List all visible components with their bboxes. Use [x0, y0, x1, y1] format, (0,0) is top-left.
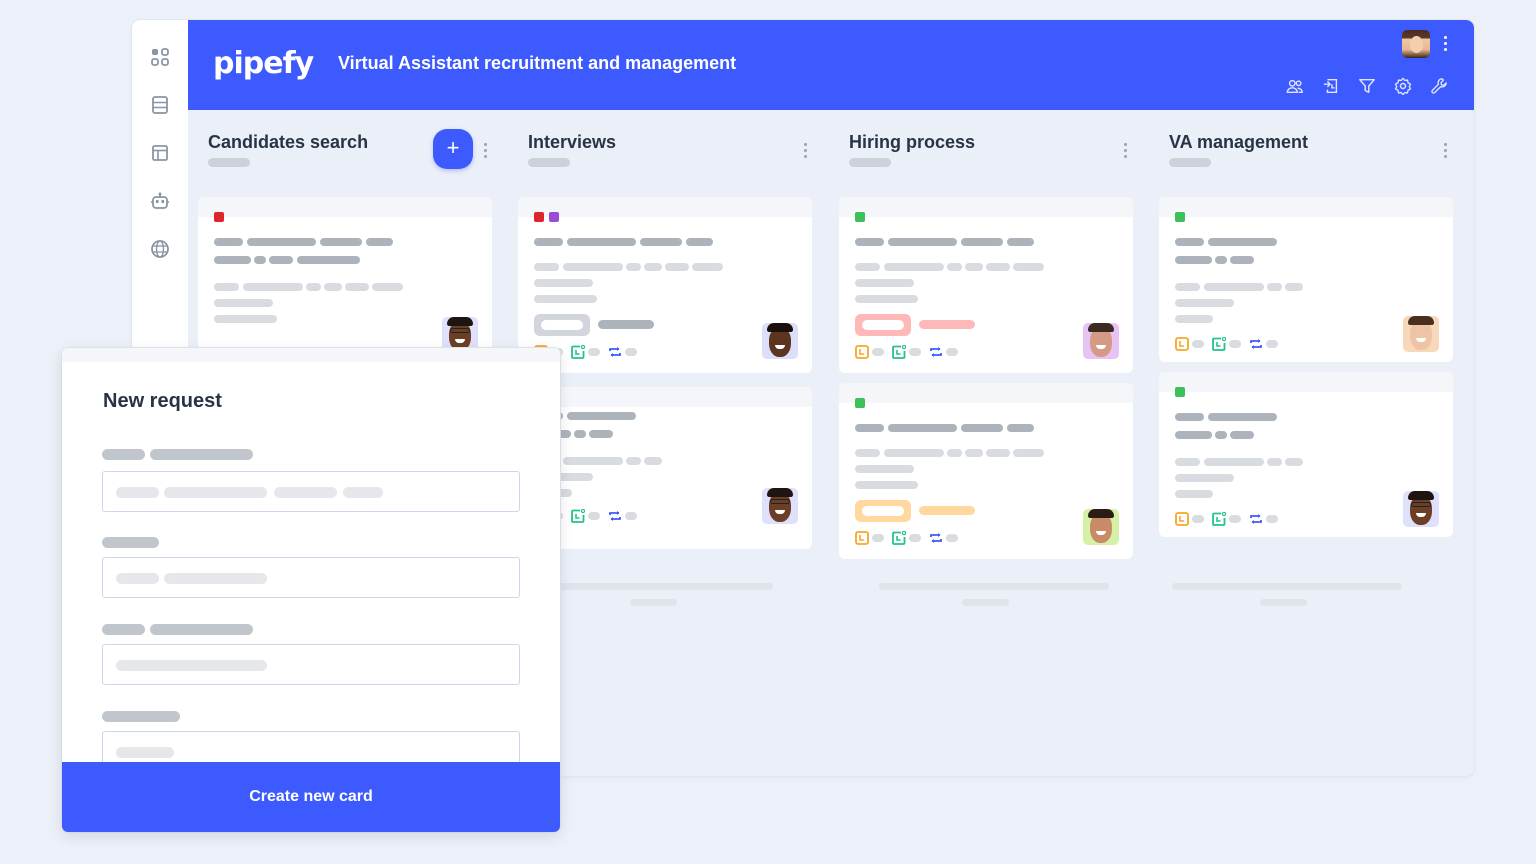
wrench-icon [1431, 78, 1447, 94]
card-labels [855, 212, 865, 222]
phase-menu-button[interactable] [1444, 143, 1448, 159]
phase-menu-button[interactable] [804, 143, 808, 159]
layout-icon [152, 145, 168, 161]
recurrence-icon [1250, 514, 1262, 524]
robot-icon [151, 192, 169, 209]
phase-menu-button[interactable] [484, 143, 488, 159]
card[interactable] [198, 197, 492, 362]
pipe-header: pipefy Virtual Assistant recruitment and… [188, 20, 1474, 110]
new-request-modal: New request Create new card [62, 348, 560, 832]
card-labels [855, 398, 865, 408]
settings-icon [1394, 77, 1412, 96]
status-tag [855, 314, 911, 336]
label-green [1175, 387, 1185, 397]
recurrence-icon [609, 347, 621, 357]
filter-button[interactable] [1358, 77, 1376, 95]
card-labels [1175, 212, 1185, 222]
due-date-icon [1175, 337, 1189, 351]
card-footer [855, 531, 966, 545]
assignee-avatar[interactable] [762, 488, 798, 524]
add-card-button[interactable]: + [433, 129, 473, 169]
form-field-1[interactable] [102, 471, 520, 512]
card-labels [214, 212, 224, 222]
phase-title: VA management [1169, 132, 1309, 152]
due-date-icon [855, 531, 869, 545]
card-labels [534, 212, 559, 222]
label-red [534, 212, 544, 222]
import-button[interactable] [1322, 77, 1340, 95]
globe-icon [151, 240, 169, 258]
phase-time-icon [1212, 512, 1226, 526]
label-red [214, 212, 224, 222]
assignee-avatar[interactable] [762, 323, 798, 359]
rail-automations[interactable] [149, 190, 171, 212]
phase-title: Interviews [528, 132, 617, 152]
create-new-card-button[interactable]: Create new card [62, 762, 560, 832]
phase-title: Candidates search [208, 132, 369, 152]
settings-button[interactable] [1394, 77, 1412, 96]
recurrence-icon [930, 533, 942, 543]
form-field-2[interactable] [102, 557, 520, 598]
label-green [1175, 212, 1185, 222]
phase-card-count [849, 158, 891, 167]
label-green [855, 212, 865, 222]
status-tag [855, 500, 911, 522]
rail-databases[interactable] [149, 94, 171, 116]
due-date-icon [855, 345, 869, 359]
database-icon [152, 96, 168, 114]
phase-time-icon [1212, 337, 1226, 351]
card[interactable] [518, 197, 812, 373]
pipefy-logo[interactable]: pipefy [213, 46, 314, 81]
label-green [855, 398, 865, 408]
phase-card-count [208, 158, 250, 167]
phase-card-count [1169, 158, 1211, 167]
due-date-icon [1175, 512, 1189, 526]
status-tag [534, 314, 590, 336]
phase-time-icon [892, 345, 906, 359]
card-footer [1175, 512, 1286, 526]
rail-interfaces[interactable] [149, 142, 171, 164]
phase-time-icon [571, 509, 585, 523]
assignee-avatar[interactable] [1403, 316, 1439, 352]
form-field-3[interactable] [102, 644, 520, 685]
assignee-avatar[interactable] [1403, 491, 1439, 527]
field-label [102, 624, 145, 635]
recurrence-icon [609, 511, 621, 521]
card[interactable] [518, 387, 812, 549]
filter-icon [1359, 78, 1375, 94]
rail-apps[interactable] [149, 46, 171, 68]
header-actions [1286, 77, 1448, 96]
card-footer [855, 345, 966, 359]
phase-time-icon [571, 345, 585, 359]
phase-time-icon [892, 531, 906, 545]
card[interactable] [839, 383, 1133, 559]
members-button[interactable] [1286, 77, 1304, 95]
phase-card-count [528, 158, 570, 167]
field-label [102, 537, 159, 548]
card[interactable] [839, 197, 1133, 373]
phase-menu-button[interactable] [1124, 143, 1128, 159]
user-avatar[interactable] [1402, 30, 1430, 58]
label-purple [549, 212, 559, 222]
members-icon [1286, 79, 1303, 94]
card-labels [1175, 387, 1185, 397]
phase-title: Hiring process [849, 132, 976, 152]
pipe-title: Virtual Assistant recruitment and manage… [338, 53, 737, 73]
rail-portals[interactable] [149, 238, 171, 260]
field-label [102, 711, 180, 722]
recurrence-icon [1250, 339, 1262, 349]
assignee-avatar[interactable] [1083, 509, 1119, 545]
header-more-menu[interactable] [1444, 36, 1448, 52]
field-label [102, 449, 145, 460]
apps-grid-icon [151, 48, 169, 66]
recurrence-icon [930, 347, 942, 357]
card-footer [1175, 337, 1286, 351]
import-icon [1323, 78, 1338, 94]
tools-button[interactable] [1430, 77, 1448, 95]
modal-title: New request [103, 390, 222, 412]
assignee-avatar[interactable] [1083, 323, 1119, 359]
card[interactable] [1159, 372, 1453, 537]
card[interactable] [1159, 197, 1453, 362]
